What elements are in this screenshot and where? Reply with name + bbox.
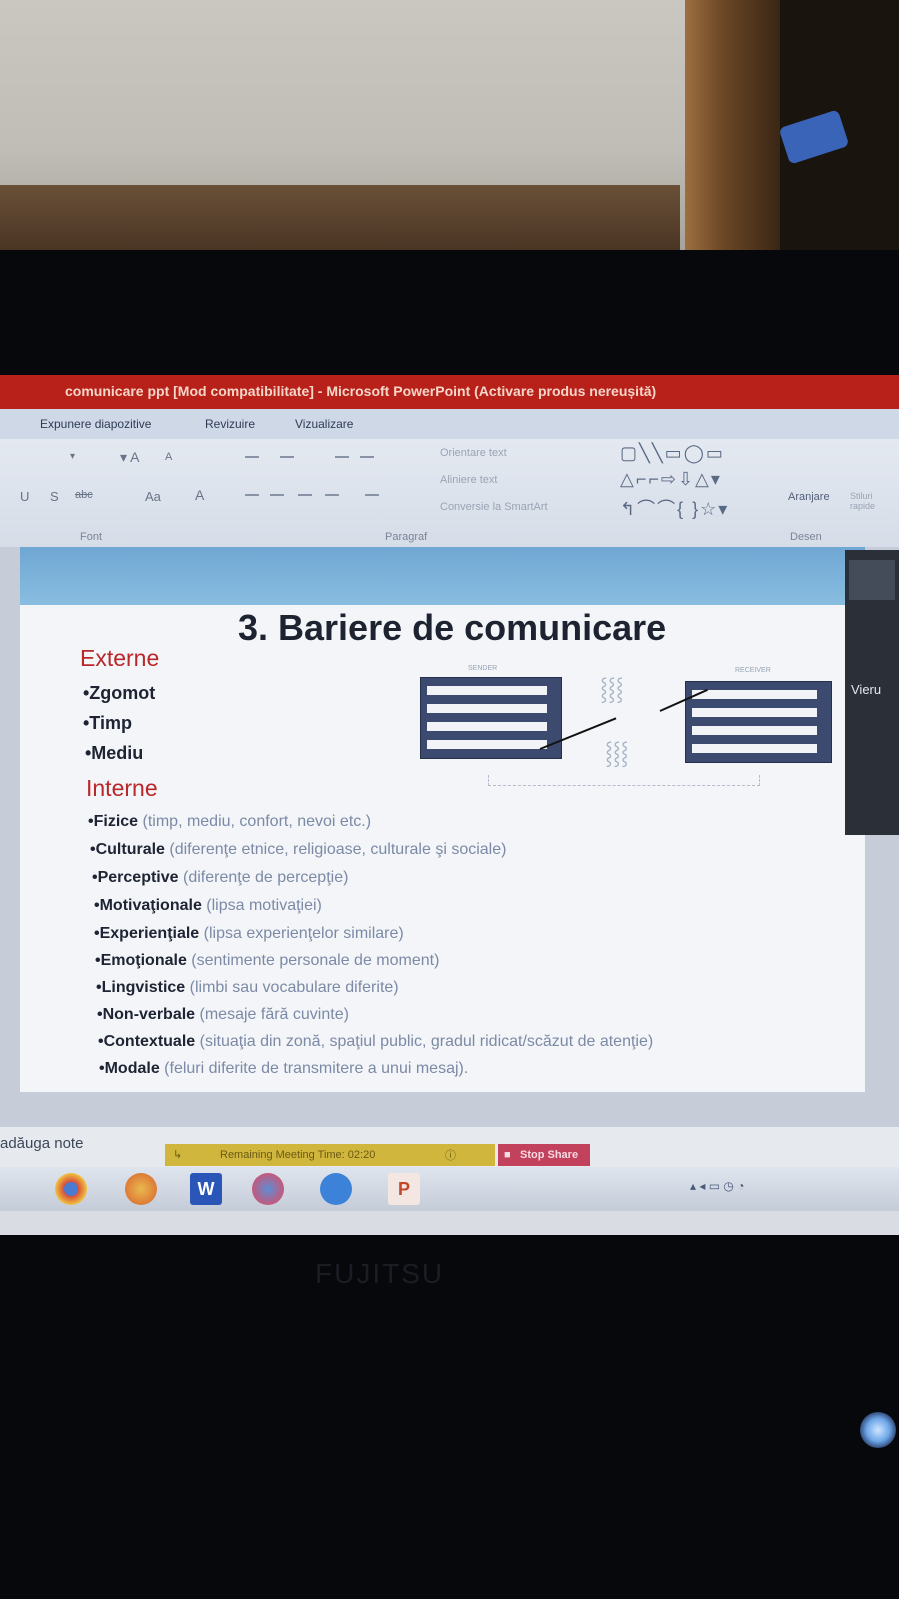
shapes-row-2-icon[interactable]: △⌐⌐⇨⇩△▾	[620, 469, 722, 490]
slide[interactable]: 3. Bariere de comunicare Externe •Zgomot…	[20, 547, 865, 1092]
video-panel[interactable]: Vieru	[845, 550, 899, 835]
zoom-icon[interactable]	[320, 1173, 352, 1205]
text-direction-button[interactable]: Orientare text	[440, 447, 507, 459]
quick-styles-button[interactable]: Stiluri rapide	[850, 491, 886, 511]
feedback-loop	[488, 775, 760, 786]
internal-item: •Contextuale (situaţia din zonă, spaţiul…	[98, 1033, 654, 1050]
align-left-icon[interactable]	[245, 494, 259, 496]
receiver-step	[692, 690, 817, 699]
internal-heading: Interne	[86, 775, 158, 801]
internal-item: •Emoţionale (sentimente personale de mom…	[95, 952, 440, 969]
sender-step	[427, 722, 547, 731]
noise-wave-icon: ⸾⸾⸾	[600, 676, 624, 701]
shadow-icon[interactable]: S	[50, 489, 59, 504]
grow-font-icon[interactable]: ▾ A	[120, 449, 139, 466]
external-item: •Timp	[83, 713, 132, 733]
background-doorframe	[685, 0, 780, 262]
slide-editing-area: 3. Bariere de comunicare Externe •Zgomot…	[0, 547, 899, 1127]
drawing-group-label: Desen	[790, 531, 822, 543]
video-thumbnail	[849, 560, 895, 600]
tab-view[interactable]: Vizualizare	[295, 417, 353, 431]
shapes-gallery-icon[interactable]: ▢╲╲▭◯▭	[620, 443, 725, 464]
shrink-font-icon[interactable]: A	[165, 451, 172, 463]
receiver-label: RECEIVER	[735, 667, 771, 674]
internal-item: •Perceptive (diferenţe de percepţie)	[92, 869, 349, 886]
communication-diagram: SENDER RECEIVER ⸾⸾⸾ ⸾⸾⸾	[420, 665, 850, 795]
slide-header-band	[20, 547, 865, 605]
convert-smartart-button[interactable]: Conversie la SmartArt	[440, 501, 548, 513]
slide-title: 3. Bariere de comunicare	[238, 607, 667, 648]
tab-slideshow[interactable]: Expunere diapozitive	[40, 417, 151, 431]
internal-item: •Non-verbale (mesaje fără cuvinte)	[97, 1006, 349, 1023]
strikethrough-icon[interactable]: abc	[75, 489, 93, 501]
decrease-indent-icon[interactable]	[335, 456, 349, 458]
taskbar: W P ▴ ◂ ▭ ◷ ◔	[0, 1167, 899, 1211]
internal-item: •Fizice (timp, mediu, confort, nevoi etc…	[88, 813, 372, 830]
justify-icon[interactable]	[325, 494, 339, 496]
noise-wave-icon: ⸾⸾⸾	[605, 740, 629, 765]
stop-icon: ■	[504, 1149, 511, 1161]
numbering-icon[interactable]	[280, 456, 294, 458]
meeting-timer-bar: ↳ Remaining Meeting Time: 02:20 ⓘ	[165, 1144, 495, 1166]
align-text-button[interactable]: Aliniere text	[440, 474, 497, 486]
align-right-icon[interactable]	[298, 494, 312, 496]
receiver-box	[685, 681, 832, 763]
ribbon-tabs: Expunere diapozitive Revizuire Vizualiza…	[0, 409, 899, 439]
change-case-icon[interactable]: Aa	[145, 489, 161, 504]
monitor-screen: comunicare ppt [Mod compatibilitate] - M…	[0, 375, 899, 1235]
paragraph-group-label: Paragraf	[385, 531, 428, 543]
sender-step	[427, 686, 547, 695]
chrome-icon[interactable]	[252, 1173, 284, 1205]
participant-name: Vieru	[851, 682, 882, 697]
powerpoint-icon[interactable]: P	[388, 1173, 420, 1205]
shapes-row-3-icon[interactable]: ↰⌒⌒{ }☆▾	[620, 495, 729, 521]
columns-icon[interactable]	[365, 494, 379, 496]
meeting-info-icon[interactable]: ⓘ	[445, 1147, 456, 1163]
tray-icons[interactable]: ▴ ◂ ▭ ◷ ◔	[690, 1179, 744, 1193]
light-reflection	[860, 1412, 896, 1448]
font-dropdown-icon[interactable]: ▾	[70, 451, 75, 462]
external-item: •Mediu	[85, 743, 144, 763]
sender-step	[427, 704, 547, 713]
internal-item: •Culturale (diferenţe etnice, religioase…	[90, 841, 507, 858]
external-heading: Externe	[80, 645, 160, 671]
sender-step	[427, 740, 547, 749]
sender-label: SENDER	[468, 665, 498, 672]
receiver-step	[692, 708, 817, 717]
internal-item: •Motivaţionale (lipsa motivaţiei)	[94, 897, 322, 914]
monitor-brand: FUJITSU	[315, 1258, 445, 1289]
internal-item: •Lingvistice (limbi sau vocabulare difer…	[96, 979, 399, 996]
arrange-button[interactable]: Aranjare	[788, 491, 830, 503]
notes-placeholder: adăuga note	[0, 1135, 84, 1152]
stop-share-label: Stop Share	[520, 1149, 579, 1161]
meeting-time-text: Remaining Meeting Time: 02:20	[220, 1149, 376, 1161]
external-item: •Zgomot	[83, 683, 156, 703]
underline-icon[interactable]: U	[20, 489, 29, 504]
chrome-icon[interactable]	[125, 1173, 157, 1205]
font-color-icon[interactable]: A	[195, 487, 204, 503]
word-icon[interactable]: W	[190, 1173, 222, 1205]
internal-item: •Modale (feluri diferite de transmitere …	[99, 1060, 469, 1077]
window-title: comunicare ppt [Mod compatibilitate] - M…	[65, 383, 657, 399]
stop-share-button[interactable]: ■ Stop Share	[498, 1144, 590, 1166]
align-center-icon[interactable]	[270, 494, 284, 496]
bullets-icon[interactable]	[245, 456, 259, 458]
increase-indent-icon[interactable]	[360, 456, 374, 458]
font-group-label: Font	[80, 531, 103, 543]
receiver-step	[692, 744, 817, 753]
internal-item: •Experienţiale (lipsa experienţelor simi…	[94, 925, 404, 942]
ribbon: ▾ ▾ A A U S abc Aa A Font Paragraf Orien…	[0, 439, 899, 548]
tab-review[interactable]: Revizuire	[205, 417, 255, 431]
background-shelf	[0, 185, 680, 250]
phone-icon: ↳	[173, 1149, 183, 1161]
title-bar: comunicare ppt [Mod compatibilitate] - M…	[0, 375, 899, 409]
chrome-icon[interactable]	[55, 1173, 87, 1205]
receiver-step	[692, 726, 817, 735]
